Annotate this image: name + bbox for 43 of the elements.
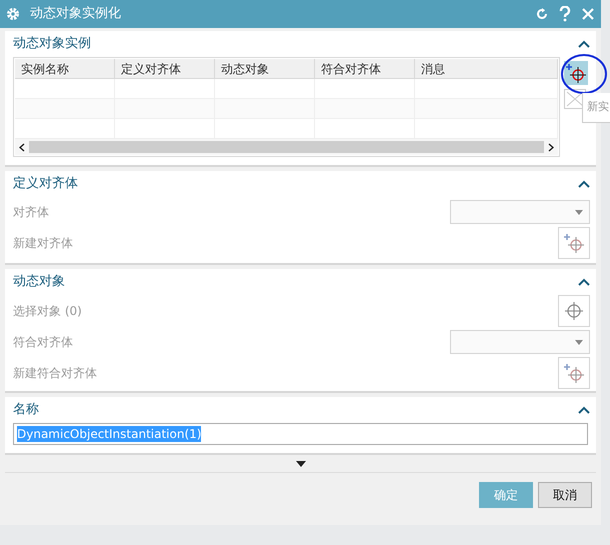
- horizontal-scrollbar[interactable]: [15, 139, 558, 155]
- section-title: 动态对象实例: [13, 35, 91, 54]
- reset-icon[interactable]: [535, 7, 549, 21]
- dropdown-arrow-icon: [575, 210, 583, 214]
- select-object-button[interactable]: [558, 295, 590, 327]
- column-header[interactable]: 消息: [415, 59, 558, 79]
- collapse-icon[interactable]: [578, 278, 590, 286]
- cancel-button[interactable]: 取消: [538, 482, 592, 508]
- section-title: 定义对齐体: [13, 175, 78, 194]
- field-label: 选择对象 (0): [13, 303, 82, 320]
- add-point-icon: [565, 62, 587, 84]
- settings-icon[interactable]: [6, 7, 20, 21]
- column-header[interactable]: 动态对象: [215, 59, 315, 79]
- field-label: 符合对齐体: [13, 334, 73, 351]
- dropdown-field[interactable]: [450, 330, 590, 354]
- dropdown-field[interactable]: [450, 200, 590, 224]
- expand-more-icon[interactable]: [296, 460, 306, 466]
- collapse-icon[interactable]: [578, 180, 590, 188]
- window-title: 动态对象实例化: [30, 5, 122, 24]
- field-label: 新建符合对齐体: [13, 365, 97, 382]
- column-header[interactable]: 定义对齐体: [115, 59, 215, 79]
- tooltip: 新实: [582, 93, 610, 123]
- highlight-circle: [560, 53, 608, 95]
- collapse-icon[interactable]: [578, 40, 590, 48]
- close-icon[interactable]: [581, 7, 595, 21]
- help-icon[interactable]: [559, 6, 571, 22]
- collapse-icon[interactable]: [578, 406, 590, 414]
- column-header[interactable]: 实例名称: [15, 59, 115, 79]
- field-label: 对齐体: [13, 204, 49, 221]
- create-point-button[interactable]: [558, 227, 590, 259]
- new-instance-button[interactable]: [564, 61, 588, 85]
- section-title: 动态对象: [13, 273, 65, 292]
- create-point-button[interactable]: [558, 357, 590, 389]
- add-point-icon: [563, 362, 585, 384]
- name-value: DynamicObjectInstantiation(1): [17, 426, 202, 442]
- scroll-left-icon[interactable]: [19, 142, 25, 152]
- add-point-icon: [563, 232, 585, 254]
- scroll-right-icon[interactable]: [548, 142, 554, 152]
- crosshair-icon: [564, 301, 584, 321]
- field-label: 新建对齐体: [13, 235, 73, 252]
- dropdown-arrow-icon: [575, 340, 583, 344]
- section-title: 名称: [13, 401, 39, 420]
- column-header[interactable]: 符合对齐体: [315, 59, 415, 79]
